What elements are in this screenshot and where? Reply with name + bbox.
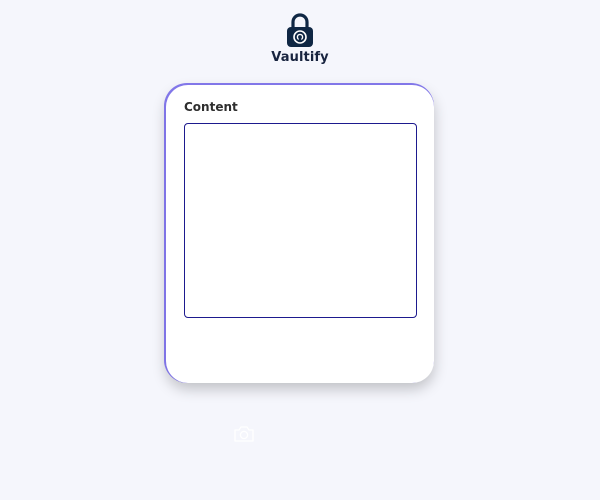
camera-icon[interactable] <box>233 425 255 443</box>
content-card: Content <box>166 85 434 383</box>
brand-name: Vaultify <box>271 50 329 65</box>
content-label: Content <box>184 100 238 114</box>
brand-header: Vaultify <box>0 12 600 65</box>
page: Vaultify Content <box>0 0 600 500</box>
content-textarea[interactable] <box>184 123 417 318</box>
lock-icon <box>287 13 313 47</box>
